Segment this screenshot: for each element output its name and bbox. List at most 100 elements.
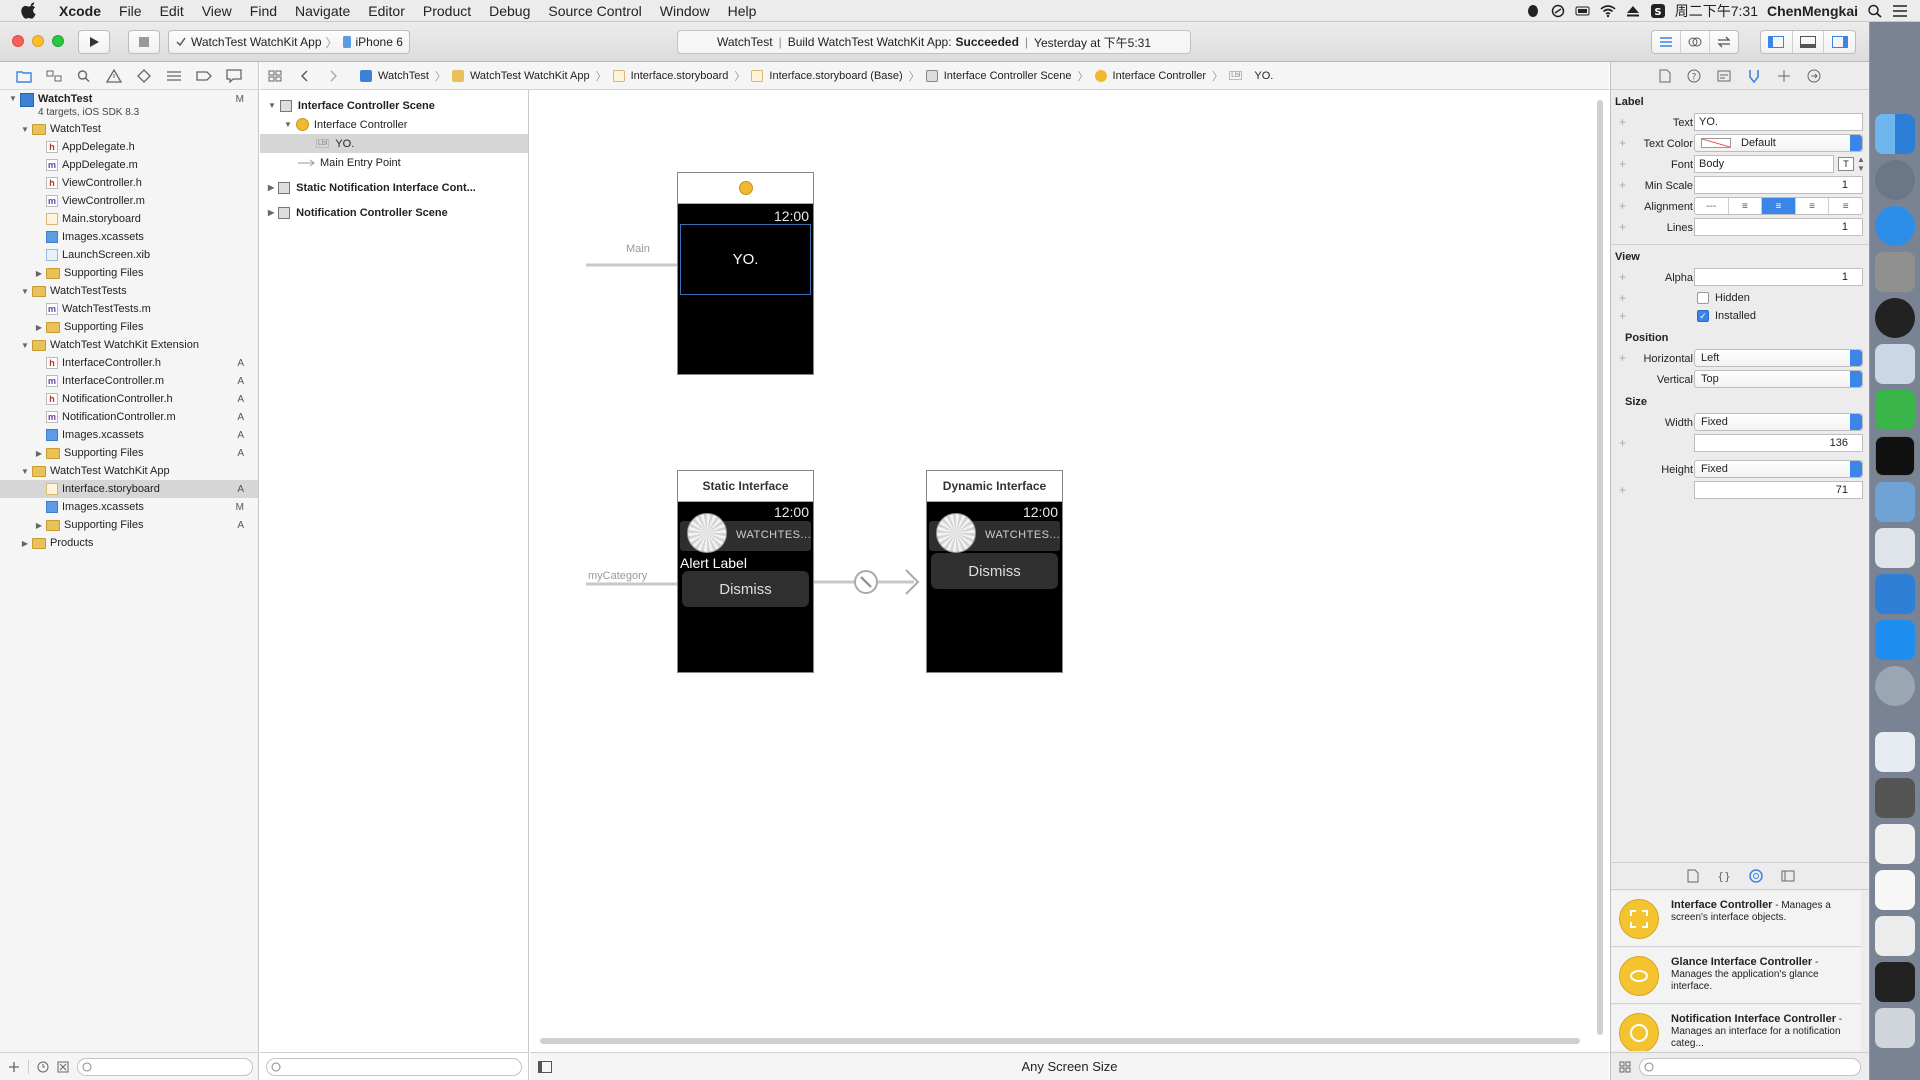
horizontal-popup[interactable]: Left	[1694, 349, 1863, 367]
safari-icon[interactable]	[1875, 206, 1915, 246]
alpha-field[interactable]: 1	[1694, 268, 1863, 286]
outline-main-entry-point[interactable]: Main Entry Point	[260, 153, 528, 172]
xcode-icon[interactable]	[1875, 574, 1915, 614]
disclosure-open-icon[interactable]: ▼	[20, 466, 30, 476]
sync-status-icon[interactable]	[1550, 4, 1566, 18]
eject-icon[interactable]	[1625, 4, 1641, 18]
hidden-checkbox[interactable]	[1697, 292, 1709, 304]
clipboard-stack-icon[interactable]	[1875, 962, 1915, 1002]
plus-icon[interactable]: +	[1619, 199, 1626, 213]
file-row[interactable]: m NotificationController.m A	[0, 408, 258, 426]
disclosure-open-icon[interactable]: ▼	[8, 93, 18, 103]
group-row[interactable]: ▶ Supporting Files	[0, 264, 258, 282]
library-filter-input[interactable]	[1639, 1057, 1861, 1076]
qq-status-icon[interactable]	[1525, 4, 1541, 18]
screenshot-stack-icon[interactable]	[1875, 732, 1915, 772]
outline-interface-controller[interactable]: ▼ Interface Controller	[260, 115, 528, 134]
instruments-icon[interactable]	[1875, 666, 1915, 706]
align-natural-button[interactable]: ---	[1695, 198, 1729, 214]
static-dismiss-button[interactable]: Dismiss	[682, 571, 809, 607]
group-row[interactable]: ▼ WatchTest	[0, 120, 258, 138]
plus-icon[interactable]: +	[1619, 220, 1626, 234]
height-field[interactable]: 71	[1694, 481, 1863, 499]
height-mode-popup[interactable]: Fixed	[1694, 460, 1863, 478]
group-row[interactable]: ▼ WatchTest WatchKit App	[0, 462, 258, 480]
related-items-icon[interactable]	[268, 70, 282, 82]
documents-stack-icon[interactable]	[1875, 824, 1915, 864]
sogou-input-icon[interactable]: S	[1650, 3, 1666, 18]
menu-file[interactable]: File	[110, 0, 151, 22]
file-row[interactable]: m AppDelegate.m	[0, 156, 258, 174]
notification-center-icon[interactable]	[1892, 4, 1908, 18]
menu-find[interactable]: Find	[241, 0, 286, 22]
disclosure-closed-icon[interactable]: ▶	[268, 183, 274, 192]
file-row[interactable]: h NotificationController.h A	[0, 390, 258, 408]
plus-icon[interactable]: +	[1619, 157, 1626, 171]
storyboard-canvas[interactable]: Main 12:00 YO. myCategory Static Interfa…	[530, 90, 1609, 1052]
outline-filter-input[interactable]	[266, 1057, 522, 1076]
size-inspector-icon[interactable]	[1777, 69, 1791, 83]
app-store-icon[interactable]	[1875, 620, 1915, 660]
plus-icon[interactable]: +	[1619, 291, 1626, 305]
size-class-selector[interactable]: Any Screen Size	[1021, 1059, 1117, 1074]
trash-icon[interactable]	[1875, 1008, 1915, 1048]
issue-navigator-icon[interactable]	[106, 68, 122, 83]
run-button[interactable]	[78, 30, 110, 54]
outline-label-yo[interactable]: Lbl YO.	[260, 134, 528, 153]
standard-editor-button[interactable]	[1652, 31, 1681, 53]
report-navigator-icon[interactable]	[226, 68, 242, 83]
calculator-icon[interactable]	[1875, 252, 1915, 292]
plus-icon[interactable]: +	[1619, 270, 1626, 284]
disclosure-open-icon[interactable]: ▼	[284, 120, 292, 129]
disclosure-closed-icon[interactable]: ▶	[34, 268, 44, 278]
debug-navigator-icon[interactable]	[166, 69, 182, 83]
disclosure-open-icon[interactable]: ▼	[20, 124, 30, 134]
plus-icon[interactable]: +	[1619, 136, 1626, 150]
menu-editor[interactable]: Editor	[359, 0, 414, 22]
plus-icon[interactable]: +	[1619, 178, 1626, 192]
mindmap-icon[interactable]	[1875, 390, 1915, 430]
plus-icon[interactable]: +	[1619, 483, 1626, 497]
align-left-button[interactable]: ≡	[1729, 198, 1763, 214]
forward-icon[interactable]	[326, 70, 340, 82]
navigator-filter-input[interactable]	[77, 1057, 253, 1076]
close-window-button[interactable]	[12, 35, 24, 47]
interface-controller-scene[interactable]: 12:00 YO.	[677, 172, 814, 375]
outline-scene-static-notification[interactable]: ▶ Static Notification Interface Cont...	[260, 178, 528, 197]
identity-inspector-icon[interactable]	[1717, 69, 1731, 83]
outline-toggle-icon[interactable]	[538, 1061, 552, 1073]
crumb-project[interactable]: WatchTest	[378, 70, 429, 82]
menu-help[interactable]: Help	[719, 0, 766, 22]
quick-help-icon[interactable]: ?	[1687, 69, 1701, 83]
disclosure-closed-icon[interactable]: ▶	[20, 538, 30, 548]
menu-edit[interactable]: Edit	[151, 0, 193, 22]
plus-icon[interactable]: +	[1619, 436, 1626, 450]
finder-icon[interactable]	[1875, 114, 1915, 154]
file-row[interactable]: Main.storyboard	[0, 210, 258, 228]
dynamic-dismiss-button[interactable]: Dismiss	[931, 553, 1058, 589]
object-library-icon[interactable]	[1748, 869, 1763, 883]
disclosure-open-icon[interactable]: ▼	[268, 101, 276, 110]
group-row[interactable]: ▶ Supporting Files	[0, 318, 258, 336]
file-row[interactable]: m WatchTestTests.m	[0, 300, 258, 318]
group-row[interactable]: ▼ WatchTestTests	[0, 282, 258, 300]
library-item-glance-controller[interactable]: Glance Interface Controller - Manages th…	[1611, 948, 1861, 1004]
back-icon[interactable]	[298, 70, 312, 82]
crumb-storyboard-base[interactable]: Interface.storyboard (Base)	[769, 70, 902, 82]
scheme-selector[interactable]: WatchTest WatchKit App 〉 iPhone 6	[168, 30, 410, 54]
file-row[interactable]: Images.xcassets M	[0, 498, 258, 516]
canvas-vertical-scrollbar[interactable]	[1597, 100, 1603, 1035]
file-inspector-icon[interactable]	[1659, 69, 1671, 83]
menu-view[interactable]: View	[193, 0, 241, 22]
canvas-horizontal-scrollbar[interactable]	[540, 1038, 1580, 1044]
file-row[interactable]: m InterfaceController.m A	[0, 372, 258, 390]
library-item-notification-controller[interactable]: Notification Interface Controller - Mana…	[1611, 1005, 1861, 1051]
disclosure-closed-icon[interactable]: ▶	[34, 520, 44, 530]
menu-debug[interactable]: Debug	[480, 0, 539, 22]
static-interface-scene[interactable]: Static Interface 12:00 WATCHTES... Alert…	[677, 470, 814, 673]
wifi-icon[interactable]	[1600, 4, 1616, 18]
width-mode-popup[interactable]: Fixed	[1694, 413, 1863, 431]
outline-scene-interface-controller[interactable]: ▼ Interface Controller Scene	[260, 96, 528, 115]
text-field[interactable]: YO.	[1694, 113, 1863, 131]
virtualbox-icon[interactable]	[1875, 482, 1915, 522]
